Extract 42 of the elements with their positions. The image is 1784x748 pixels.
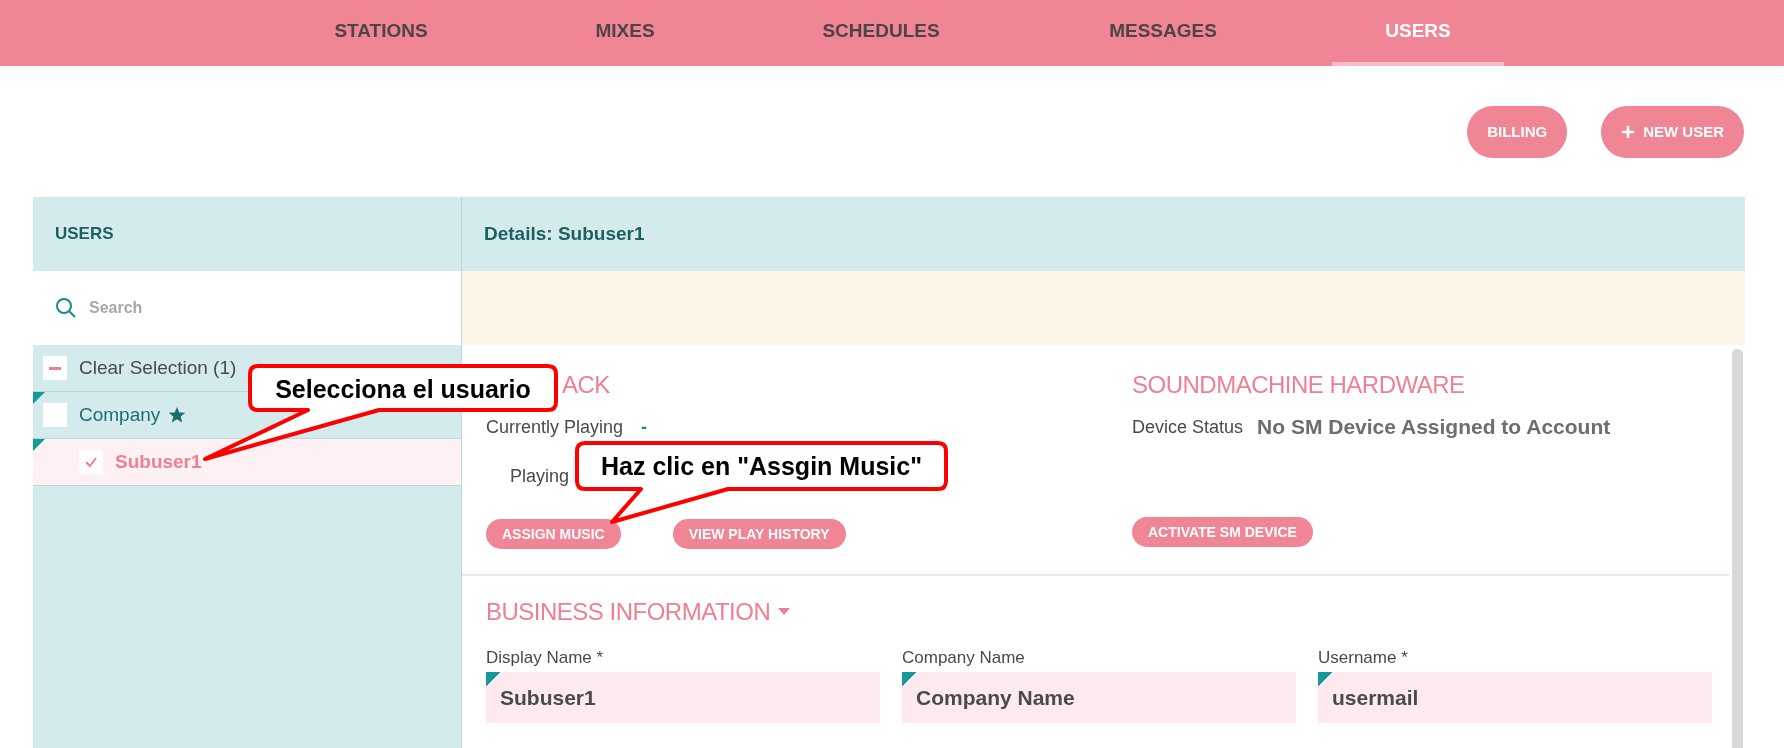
- search-icon: [55, 297, 77, 319]
- details-title: Details: Subuser1: [484, 223, 645, 245]
- section-title: SOUNDMACHINE HARDWARE: [1132, 370, 1466, 400]
- checkbox[interactable]: [43, 403, 67, 427]
- nav-tab[interactable]: MIXES: [486, 0, 764, 66]
- playback-button[interactable]: VIEW PLAY HISTORY: [672, 519, 846, 549]
- panel-title: USERS: [55, 224, 114, 244]
- input-field[interactable]: Company Name: [902, 672, 1296, 723]
- corner-flag-icon: [33, 439, 45, 451]
- field-value: -: [641, 416, 648, 438]
- item-label: Company: [79, 404, 161, 426]
- checkbox[interactable]: [79, 450, 103, 474]
- field-label: Currently Playing: [486, 416, 624, 438]
- action-button[interactable]: NEW USER: [1601, 105, 1744, 158]
- item-label: Clear Selection (1): [79, 357, 237, 379]
- tree-item[interactable]: Subuser1: [33, 439, 461, 486]
- field-label: Device Status: [1132, 416, 1244, 438]
- caret-icon[interactable]: [778, 608, 791, 616]
- playback-button[interactable]: ASSIGN MUSIC: [486, 519, 621, 549]
- field-label: Username *: [1318, 648, 1409, 668]
- check-icon: [84, 455, 98, 469]
- nav-tab[interactable]: MESSAGES: [998, 0, 1328, 66]
- section-title: ACK: [562, 370, 610, 400]
- field-label: Playing: [510, 465, 570, 487]
- item-label: Subuser1: [115, 451, 202, 473]
- input-field[interactable]: Subuser1: [486, 672, 880, 723]
- nav-tab[interactable]: USERS: [1332, 0, 1504, 66]
- minus-checkbox[interactable]: [43, 356, 67, 380]
- search-field[interactable]: Search: [87, 298, 391, 318]
- nav-tab[interactable]: STATIONS: [276, 0, 486, 66]
- section-title[interactable]: BUSINESS INFORMATION: [486, 594, 771, 630]
- field-value: No SM Device Assigned to Account: [1257, 415, 1611, 439]
- scrollbar[interactable]: [1732, 349, 1743, 748]
- hardware-button[interactable]: ACTIVATE SM DEVICE: [1132, 517, 1313, 547]
- field-label: Company Name: [902, 648, 1026, 668]
- nav-tab[interactable]: SCHEDULES: [764, 0, 998, 66]
- plus-icon: [1621, 124, 1636, 139]
- callout-tooltip: Haz clic en "Assgin Music": [575, 441, 948, 524]
- input-field[interactable]: usermail: [1318, 672, 1712, 723]
- field-label: Display Name *: [486, 648, 605, 668]
- corner-flag-icon: [33, 392, 45, 404]
- action-button[interactable]: BILLING: [1467, 105, 1568, 158]
